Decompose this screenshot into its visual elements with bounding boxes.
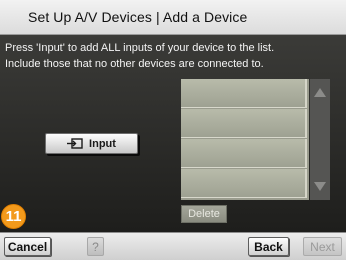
- arrow-up-icon[interactable]: [314, 88, 326, 97]
- window-title: Set Up A/V Devices | Add a Device: [28, 9, 248, 25]
- input-connector-icon: [67, 138, 83, 149]
- back-button[interactable]: Back: [248, 237, 289, 256]
- cancel-button[interactable]: Cancel: [4, 237, 51, 256]
- instruction-line-1: Press 'Input' to add ALL inputs of your …: [5, 42, 275, 54]
- step-number-badge: 11: [1, 204, 26, 229]
- list-scrollbar[interactable]: [310, 79, 330, 200]
- title-bar: Set Up A/V Devices | Add a Device: [0, 0, 346, 35]
- instruction-line-2: Include those that no other devices are …: [5, 58, 264, 70]
- arrow-down-icon[interactable]: [314, 182, 326, 191]
- list-item[interactable]: [181, 79, 307, 108]
- list-item[interactable]: [181, 109, 307, 138]
- input-list: [181, 79, 309, 200]
- help-button[interactable]: ?: [87, 237, 104, 256]
- instructions-text: Press 'Input' to add ALL inputs of your …: [5, 40, 341, 72]
- footer-bar: Cancel ? Back Next: [0, 232, 346, 260]
- add-device-screen: Set Up A/V Devices | Add a Device Press …: [0, 0, 346, 260]
- list-item[interactable]: [181, 139, 307, 168]
- next-button[interactable]: Next: [303, 237, 342, 256]
- list-item[interactable]: [181, 169, 307, 198]
- main-panel: Press 'Input' to add ALL inputs of your …: [0, 35, 346, 232]
- input-button[interactable]: Input: [45, 133, 138, 154]
- delete-button[interactable]: Delete: [181, 205, 227, 223]
- input-button-label: Input: [89, 137, 116, 150]
